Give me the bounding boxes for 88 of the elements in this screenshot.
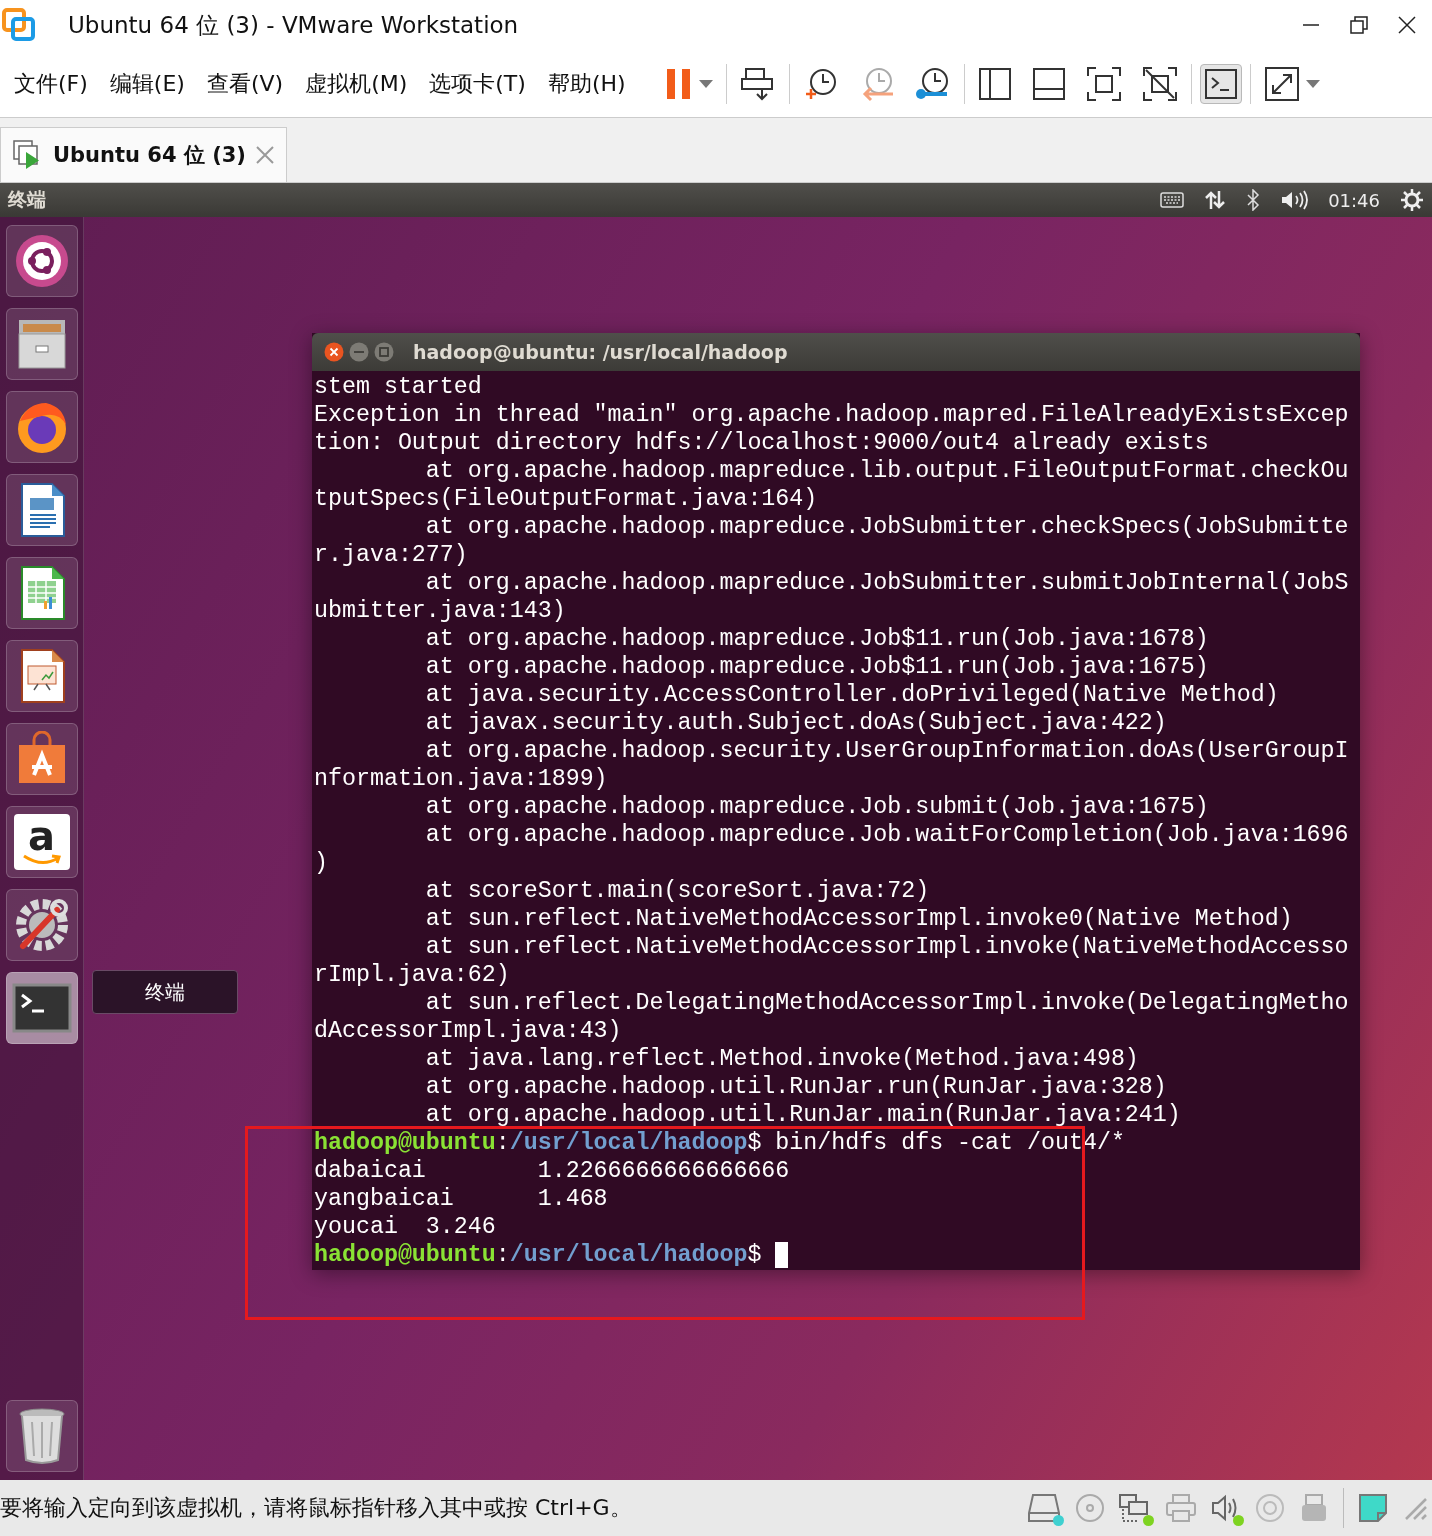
- terminal-line: at org.apache.hadoop.security.UserGroupInformation.doAs(UserGroupI: [424, 737, 1350, 765]
- launcher-item[interactable]: [5, 889, 78, 961]
- command-text: $: [747, 1242, 763, 1268]
- volume-icon[interactable]: [1280, 189, 1309, 211]
- tab-label: Ubuntu 64 位 (3): [53, 142, 246, 169]
- menu-item[interactable]: 帮助(H): [547, 68, 626, 99]
- crossed-window-icon: [1141, 65, 1178, 102]
- pause-icon: [664, 66, 693, 101]
- clock-time[interactable]: 01:46: [1328, 189, 1380, 211]
- prompt-user: hadoop@ubuntu: [314, 1242, 496, 1268]
- terminal-line: youcai 3.246: [314, 1213, 497, 1241]
- launcher-item[interactable]: [5, 723, 78, 795]
- prompt-user: hadoop@ubuntu: [314, 1130, 496, 1156]
- bottom-panel-layout-icon: [1031, 66, 1066, 101]
- launcher-item[interactable]: a: [5, 806, 78, 878]
- terminal-line: at org.apache.hadoop.mapreduce.Job$11.run(Job.java:1675): [424, 653, 1210, 681]
- terminal-line: at org.apache.hadoop.mapreduce.Job$11.run(Job.java:1678): [424, 625, 1210, 653]
- close-icon[interactable]: [324, 342, 344, 362]
- terminal-line: at org.apache.hadoop.mapreduce.Job.waitForCompletion(Job.java:1696: [424, 821, 1350, 849]
- terminal-line: tion: Output directory hdfs://localhost:9000/out4 already exists: [314, 429, 1210, 457]
- app-letter-icon: a: [13, 814, 70, 870]
- menu-item[interactable]: 查看(V): [206, 68, 284, 99]
- launcher-item[interactable]: [5, 225, 78, 297]
- prompt-path: /usr/local/hadoop: [509, 1130, 748, 1156]
- terminal-line: rImpl.java:62): [314, 961, 511, 989]
- console-view-button[interactable]: [1199, 63, 1242, 104]
- keyboard-icon[interactable]: [1160, 191, 1185, 209]
- settings-icon[interactable]: [1400, 188, 1424, 212]
- launcher-item[interactable]: [5, 1400, 78, 1472]
- menu-item[interactable]: 文件(F): [14, 68, 88, 99]
- terminal-line: at sun.reflect.DelegatingMethodAccessorImpl.invoke(DelegatingMetho: [424, 989, 1350, 1017]
- status-message: 要将输入定向到该虚拟机，请将鼠标指针移入其中或按 Ctrl+G。: [0, 1494, 632, 1522]
- terminal-line: at org.apache.hadoop.mapreduce.JobSubmitter.submitJobInternal(JobS: [424, 569, 1350, 597]
- prompt-path: /usr/local/hadoop: [509, 1242, 748, 1268]
- launcher-item[interactable]: [5, 474, 78, 546]
- terminal-line: stem started: [314, 373, 483, 401]
- menu-item[interactable]: 编辑(E): [109, 68, 185, 99]
- caret-icon: [698, 79, 713, 88]
- terminal-line: ubmitter.java:143): [314, 597, 567, 625]
- note-icon[interactable]: [1358, 1493, 1388, 1523]
- terminal-line: at sun.reflect.NativeMethodAccessorImpl.invoke(NativeMethodAccesso: [424, 933, 1350, 961]
- network-arrows-icon[interactable]: [1204, 189, 1227, 211]
- bluetooth-icon[interactable]: [1246, 189, 1261, 211]
- terminal-line: at org.apache.hadoop.mapreduce.JobSubmitter.checkSpecs(JobSubmitte: [424, 513, 1350, 541]
- terminal-line: at org.apache.hadoop.util.RunJar.main(RunJar.java:241): [424, 1101, 1182, 1129]
- terminal-icon: [1204, 68, 1237, 99]
- terminal-line: Exception in thread "main" org.apache.hadoop.mapred.FileAlreadyExistsExcep: [314, 401, 1350, 429]
- launcher-tooltip: 终端: [92, 970, 238, 1014]
- terminal-line: at org.apache.hadoop.mapreduce.Job.submit(Job.java:1675): [424, 793, 1210, 821]
- close-icon[interactable]: [1398, 16, 1416, 34]
- launcher-item[interactable]: [5, 557, 78, 629]
- circle-logo-icon: [13, 233, 70, 289]
- terminal-line: ): [314, 849, 329, 877]
- terminal-line: r.java:277): [314, 541, 469, 569]
- terminal-line: at org.apache.hadoop.util.RunJar.run(RunJar.java:328): [424, 1073, 1168, 1101]
- app-logo-icon: [2, 8, 36, 42]
- terminal-icon: [11, 983, 72, 1033]
- launcher-item[interactable]: [5, 640, 78, 712]
- clock-wrench-icon: [914, 65, 951, 102]
- restore-icon[interactable]: [1350, 16, 1368, 34]
- terminal-line: yangbaicai 1.468: [314, 1185, 609, 1213]
- prompt-colon: :: [495, 1242, 510, 1268]
- vm-tab[interactable]: Ubuntu 64 位 (3): [0, 127, 287, 182]
- fullscreen-icon: [1085, 65, 1122, 102]
- terminal-line: at sun.reflect.NativeMethodAccessorImpl.invoke0(Native Method): [424, 905, 1294, 933]
- terminal-line: at org.apache.hadoop.mapreduce.lib.output.FileOutputFormat.checkOu: [424, 457, 1350, 485]
- terminal-line: at scoreSort.main(scoreSort.java:72): [424, 877, 931, 905]
- terminal-line: at java.security.AccessController.doPrivileged(Native Method): [424, 681, 1280, 709]
- terminal-line: dabaicai 1.2266666666666666: [314, 1157, 791, 1185]
- terminal-line: tputSpecs(FileOutputFormat.java:164): [314, 485, 819, 513]
- launcher-item[interactable]: [5, 972, 78, 1044]
- launcher-item[interactable]: [5, 391, 78, 463]
- terminal-line: at javax.security.auth.Subject.doAs(Subject.java:422): [424, 709, 1168, 737]
- terminal-line: at java.lang.reflect.Method.invoke(Method.java:498): [424, 1045, 1140, 1073]
- sidebar-layout-icon: [977, 66, 1012, 101]
- menu-item[interactable]: 选项卡(T): [429, 68, 526, 99]
- terminal-line: nformation.java:1899): [314, 765, 609, 793]
- terminal-title: hadoop@ubuntu: /usr/local/hadoop: [413, 341, 788, 363]
- maximize-icon[interactable]: [374, 342, 394, 362]
- caret-icon: [1305, 79, 1320, 88]
- menu-item[interactable]: 虚拟机(M): [305, 68, 408, 99]
- keyboard-send-icon: [739, 65, 776, 102]
- network-screens-icon[interactable]: [1119, 1493, 1151, 1523]
- prompt-colon: :: [495, 1130, 510, 1156]
- window-title: Ubuntu 64 位 (3) - VMware Workstation: [68, 10, 519, 40]
- terminal-line: dAccessorImpl.java:43): [314, 1017, 623, 1045]
- app-name: 终端: [8, 187, 46, 212]
- launcher-item[interactable]: [5, 308, 78, 380]
